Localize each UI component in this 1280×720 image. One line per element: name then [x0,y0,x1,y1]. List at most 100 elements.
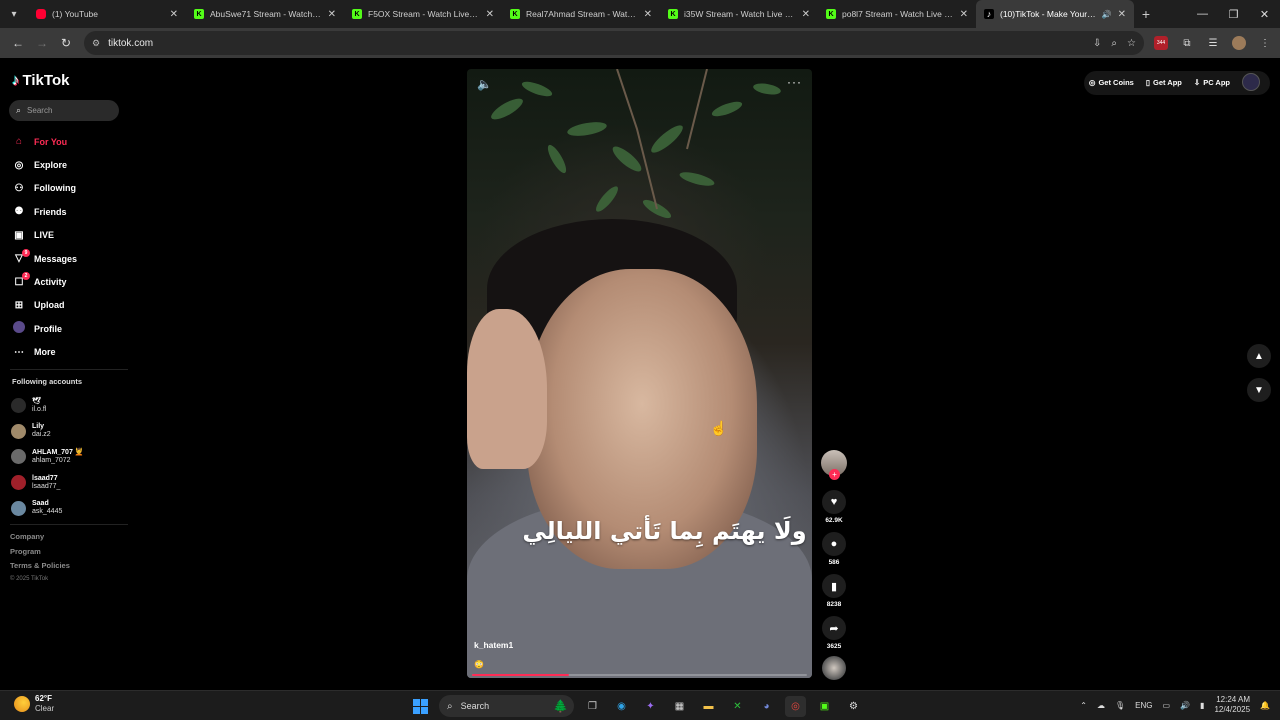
close-tab-icon[interactable]: ✕ [170,9,178,20]
close-tab-icon[interactable]: ✕ [486,9,494,20]
music-disc[interactable] [822,656,846,680]
browser-tab[interactable]: Kpo8l7 Stream - Watch Live on K ✕ [818,0,976,28]
extension-badge-icon[interactable]: 344 [1154,36,1168,50]
close-tab-icon[interactable]: ✕ [328,9,336,20]
minimize-icon[interactable]: — [1187,0,1218,28]
reload-icon[interactable]: ↻ [54,31,78,55]
browser-tab[interactable]: (1) YouTube ✕ [28,0,186,28]
clock[interactable]: 12:24 AM 12/4/2025 [1214,695,1250,715]
creator-avatar[interactable]: + [821,450,847,480]
like-button[interactable]: ♥ [822,490,846,514]
get-app-button[interactable]: ▯ Get App [1146,78,1182,87]
sidebar-item-explore[interactable]: ◎ Explore [12,153,77,176]
bookmark-star-icon[interactable]: ☆ [1127,38,1136,49]
video-progress-bar[interactable] [472,674,807,676]
next-video-button[interactable]: ▼ [1247,378,1271,402]
discord-icon[interactable]: ◕ [756,696,777,717]
copilot-icon[interactable]: ✦ [640,696,661,717]
close-tab-icon[interactable]: ✕ [644,9,652,20]
weather-widget[interactable]: 62°F Clear [14,694,54,714]
comment-icon: ● [830,538,838,550]
browser-tab[interactable]: K AbuSwe71 Stream - Watch Live ✕ [186,0,344,28]
close-tab-icon[interactable]: ✕ [960,9,968,20]
sidebar-item-profile[interactable]: Profile [12,317,77,340]
battery-icon[interactable]: ▮ [1200,701,1204,710]
edge-icon[interactable]: ◉ [611,696,632,717]
xbox-icon[interactable]: ✕ [727,696,748,717]
more-options-icon[interactable]: ··· [787,75,802,89]
footer-link-terms[interactable]: Terms & Policies [10,561,70,576]
taskbar-search[interactable]: ⌕ Search 🌲 [439,695,574,717]
browser-tab[interactable]: Ki35W Stream - Watch Live on K ✕ [660,0,818,28]
list-item[interactable]: 🕊 il.o.fl [11,393,84,419]
user-avatar[interactable] [1242,73,1260,91]
browser-tab-active[interactable]: ♪ (10)TikTok - Make Your Day 🔊 ✕ [976,0,1134,28]
list-item[interactable]: Lily dai.z2 [11,419,84,445]
file-explorer-icon[interactable]: ▬ [698,696,719,717]
forward-icon[interactable]: → [30,31,54,55]
reading-list-icon[interactable]: ☰ [1206,36,1220,50]
sidebar-item-messages[interactable]: ▽ 9 Messages [12,247,77,270]
search-input[interactable]: ⌕ Search [9,100,119,121]
tiktok-logo[interactable]: ♪ TikTok [12,72,69,89]
network-icon[interactable]: ▭ [1163,701,1171,710]
close-window-icon[interactable]: ✕ [1249,0,1280,28]
get-coins-button[interactable]: ◎ Get Coins [1089,78,1134,87]
back-icon[interactable]: ← [6,31,30,55]
browser-toolbar: ← → ↻ ⚙ tiktok.com ⇩ ⌕ ☆ 344 ⧉ ☰ ⋮ [0,28,1280,58]
site-info-icon[interactable]: ⚙ [92,38,100,49]
sidebar-item-activity[interactable]: ☐ 2 Activity [12,270,77,293]
store-icon[interactable]: ▦ [669,696,690,717]
notifications-icon[interactable]: 🔔 [1260,701,1270,710]
onedrive-icon[interactable]: ☁ [1097,701,1105,710]
new-tab-button[interactable]: + [1134,6,1158,22]
microphone-icon[interactable]: 🎙 [1115,701,1125,710]
volume-icon[interactable]: 🔈 [477,77,492,91]
sidebar-item-following[interactable]: ⚇ Following [12,177,77,200]
tray-chevron-icon[interactable]: ⌃ [1080,701,1087,710]
language-indicator[interactable]: ENG [1135,701,1152,710]
close-tab-icon[interactable]: ✕ [1118,9,1126,20]
zoom-icon[interactable]: ⌕ [1111,38,1117,49]
footer-link-company[interactable]: Company [10,532,70,547]
browser-menu-icon[interactable]: ⋮ [1258,36,1272,50]
address-bar[interactable]: ⚙ tiktok.com ⇩ ⌕ ☆ [84,31,1144,55]
browser-profile-avatar[interactable] [1232,36,1246,50]
logo-text: TikTok [22,72,70,89]
share-button[interactable]: ➦ [822,616,846,640]
install-icon[interactable]: ⇩ [1093,38,1101,49]
chrome-icon[interactable]: ◎ [785,695,806,717]
task-view-icon[interactable]: ❐ [582,696,603,717]
list-item[interactable]: AHLAM_707 💆 ahlam_7072 [11,444,84,470]
list-item[interactable]: lsaad77 lsaad77_ [11,470,84,496]
sidebar-item-live[interactable]: ▣ LIVE [12,224,77,247]
browser-tab[interactable]: K Real7Ahmad Stream - Watch Li ✕ [502,0,660,28]
maximize-icon[interactable]: ❐ [1218,0,1249,28]
browser-tab[interactable]: K F5OX Stream - Watch Live on K ✕ [344,0,502,28]
follow-plus-icon[interactable]: + [829,469,840,480]
sidebar-item-upload[interactable]: ⊞ Upload [12,294,77,317]
footer-link-program[interactable]: Program [10,547,70,562]
tab-search-menu[interactable]: ▾ [0,0,28,28]
sidebar-item-more[interactable]: ⋯ More [12,341,77,364]
sidebar-item-for-you[interactable]: ⌂ For You [12,130,77,153]
video-player[interactable]: 🔈 ··· ولَا يهتَم بِما تَأتي الليالِي k_h… [467,69,812,678]
close-tab-icon[interactable]: ✕ [802,9,810,20]
pc-app-button[interactable]: ⇩ PC App [1194,78,1230,87]
volume-icon[interactable]: 🔊 [1180,701,1190,710]
save-button[interactable]: ▮ [822,574,846,598]
app-icon[interactable]: ▣ [814,696,835,717]
share-icon: ➦ [829,622,839,635]
avatar [11,475,26,491]
comment-button[interactable]: ● [822,532,846,556]
avatar [11,398,26,414]
settings-icon[interactable]: ⚙ [843,696,864,717]
previous-video-button[interactable]: ▲ [1247,344,1271,368]
speaker-icon[interactable]: 🔊 [1102,10,1112,19]
extensions-puzzle-icon[interactable]: ⧉ [1180,36,1194,50]
video-author[interactable]: k_hatem1 [474,640,513,650]
start-button[interactable] [410,696,431,717]
sidebar-item-friends[interactable]: ⚉ Friends [12,200,77,223]
url-text[interactable]: tiktok.com [108,38,1083,49]
list-item[interactable]: Saad ask_4445 [11,495,84,521]
